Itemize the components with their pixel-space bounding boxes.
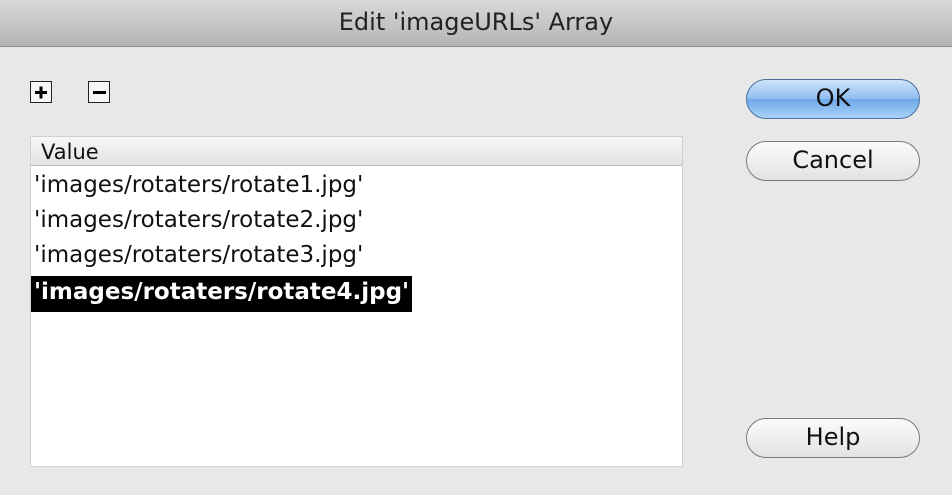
- list-item[interactable]: 'images/rotaters/rotate2.jpg': [31, 204, 366, 240]
- title-bar[interactable]: Edit 'imageURLs' Array: [0, 0, 952, 47]
- add-item-button[interactable]: [30, 81, 52, 103]
- list-item-text: 'images/rotaters/rotate2.jpg': [34, 207, 364, 233]
- remove-item-button[interactable]: [88, 81, 110, 103]
- list-item-text: 'images/rotaters/rotate1.jpg': [34, 172, 364, 198]
- cancel-button[interactable]: Cancel: [746, 141, 920, 181]
- list-item-text: 'images/rotaters/rotate4.jpg': [34, 279, 410, 305]
- minus-icon: [93, 91, 106, 94]
- plus-icon: [35, 86, 47, 99]
- value-column-header-label: Value: [41, 140, 99, 164]
- ok-button[interactable]: OK: [746, 79, 920, 119]
- edit-array-dialog: Edit 'imageURLs' Array Value 'images/rot…: [0, 0, 952, 495]
- value-list[interactable]: Value 'images/rotaters/rotate1.jpg' 'ima…: [30, 136, 683, 467]
- help-button[interactable]: Help: [746, 418, 920, 458]
- list-item-selected[interactable]: 'images/rotaters/rotate4.jpg': [31, 276, 413, 312]
- window-title: Edit 'imageURLs' Array: [338, 8, 614, 36]
- list-item[interactable]: 'images/rotaters/rotate3.jpg': [31, 239, 366, 275]
- list-item-text: 'images/rotaters/rotate3.jpg': [34, 242, 364, 268]
- value-column-header[interactable]: Value: [31, 137, 682, 166]
- list-item[interactable]: 'images/rotaters/rotate1.jpg': [31, 169, 366, 205]
